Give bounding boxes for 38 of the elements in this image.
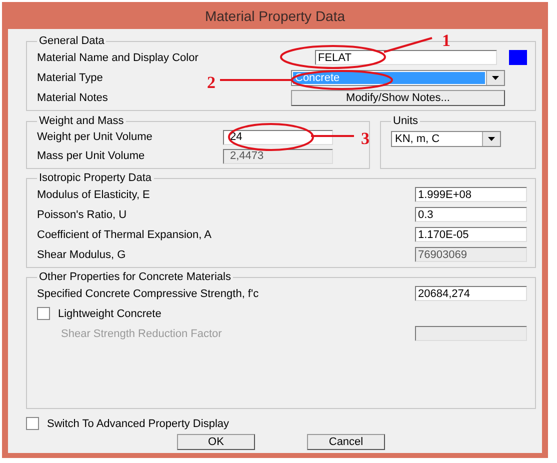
group-title: Other Properties for Concrete Materials <box>38 271 232 283</box>
color-swatch[interactable] <box>509 50 527 65</box>
field-label: Material Notes <box>37 92 108 104</box>
input-field[interactable]: 24 <box>223 130 333 144</box>
name-field[interactable]: FELAT <box>315 50 497 65</box>
group-title: Units <box>392 115 420 127</box>
field-label: Shear Strength Reduction Factor <box>60 328 222 340</box>
annotation-number: 1 <box>442 31 450 50</box>
annotation-number: 3 <box>361 129 370 148</box>
checkbox[interactable] <box>26 417 39 430</box>
dropdown-arrow-icon <box>488 137 495 141</box>
dialog-button[interactable]: OK <box>177 434 255 450</box>
units-dropdown[interactable]: KN, m, C <box>391 131 501 147</box>
field-label: Weight per Unit Volume <box>37 131 154 143</box>
dialog-button[interactable]: Cancel <box>307 434 385 450</box>
field-label: Specified Concrete Compressive Strength, f'c <box>37 288 259 300</box>
field-label: Poisson's Ratio, U <box>37 208 127 220</box>
field-label: Mass per Unit Volume <box>37 150 146 162</box>
annotation-number: 2 <box>207 73 216 92</box>
checkbox-label: Lightweight Concrete <box>58 308 162 320</box>
field-label: Material Name and Display Color <box>37 52 198 64</box>
field-label: Coefficient of Thermal Expansion, A <box>37 228 212 240</box>
input-field[interactable]: 1.999E+08 <box>415 187 527 202</box>
window-title: Material Property Data <box>204 8 346 24</box>
input-field[interactable]: 0.3 <box>415 207 527 222</box>
group-title: General Data <box>38 35 106 47</box>
field-label: Shear Modulus, G <box>37 248 126 260</box>
dropdown-arrow-icon <box>492 76 499 80</box>
checkbox[interactable] <box>37 307 50 320</box>
input-field[interactable] <box>415 326 527 341</box>
input-field[interactable]: 1.170E-05 <box>415 227 527 242</box>
checkbox-label: Switch To Advanced Property Display <box>47 418 229 430</box>
field-label: Material Type <box>37 72 103 84</box>
input-field[interactable]: 20684,274 <box>415 286 527 301</box>
notes-button[interactable]: Modify/Show Notes... <box>291 90 505 106</box>
group-title: Weight and Mass <box>38 115 125 127</box>
field-label: Modulus of Elasticity, E <box>37 188 150 200</box>
group-title: Isotropic Property Data <box>38 172 152 184</box>
